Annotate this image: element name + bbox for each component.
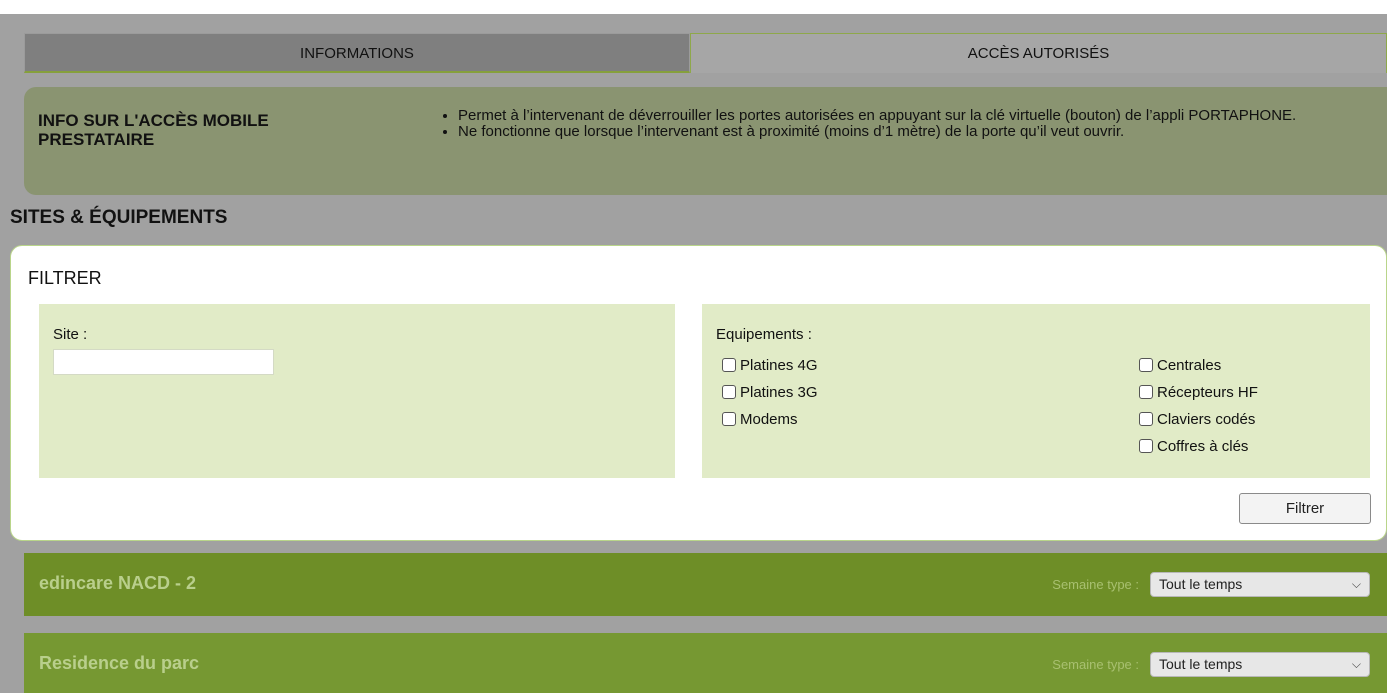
semaine-type-select[interactable]: Tout le temps ⌵ bbox=[1150, 572, 1370, 597]
info-bullet: Permet à l’intervenant de déverrouiller … bbox=[458, 108, 1378, 124]
site-label: Site : bbox=[53, 326, 88, 343]
semaine-type-label: Semaine type : bbox=[1052, 657, 1139, 672]
site-name: edincare NACD - 2 bbox=[39, 573, 197, 593]
info-bullet: Ne fonctionne que lorsque l’intervenant … bbox=[458, 124, 1378, 140]
semaine-type-value: Tout le temps bbox=[1159, 656, 1243, 672]
site-bar[interactable]: edincare NACD - 2 Semaine type : Tout le… bbox=[24, 553, 1387, 616]
tab-informations[interactable]: INFORMATIONS bbox=[24, 33, 690, 73]
filter-button[interactable]: Filtrer bbox=[1239, 493, 1371, 524]
equipements-label: Equipements : bbox=[716, 326, 812, 343]
semaine-type-value: Tout le temps bbox=[1159, 576, 1243, 592]
info-list: Permet à l’intervenant de déverrouiller … bbox=[444, 108, 1378, 140]
checkbox-modems[interactable]: Modems bbox=[722, 411, 798, 429]
checkbox-icon[interactable] bbox=[1139, 358, 1153, 372]
site-filter-box: Site : bbox=[39, 304, 675, 478]
info-title: INFO SUR L'ACCÈS MOBILE PRESTATAIRE bbox=[38, 111, 269, 149]
checkbox-icon[interactable] bbox=[722, 358, 736, 372]
checkbox-label: Récepteurs HF bbox=[1157, 384, 1258, 401]
checkbox-claviers-codes[interactable]: Claviers codés bbox=[1139, 411, 1255, 429]
checkbox-label: Platines 4G bbox=[740, 357, 818, 374]
checkbox-icon[interactable] bbox=[1139, 412, 1153, 426]
tab-acces-autorises[interactable]: ACCÈS AUTORISÉS bbox=[690, 33, 1387, 73]
filter-title: FILTRER bbox=[28, 268, 102, 288]
info-box: INFO SUR L'ACCÈS MOBILE PRESTATAIRE Perm… bbox=[24, 87, 1387, 195]
tab-bar: INFORMATIONS ACCÈS AUTORISÉS bbox=[24, 33, 1387, 73]
equipements-filter-box: Equipements : Platines 4G Platines 3G Mo… bbox=[702, 304, 1370, 478]
site-name: Residence du parc bbox=[39, 653, 200, 673]
site-bar[interactable]: Residence du parc Semaine type : Tout le… bbox=[24, 633, 1387, 693]
checkbox-icon[interactable] bbox=[1139, 385, 1153, 399]
semaine-type-label: Semaine type : bbox=[1052, 577, 1139, 592]
section-title: SITES & ÉQUIPEMENTS bbox=[10, 207, 228, 228]
semaine-type-select[interactable]: Tout le temps ⌵ bbox=[1150, 652, 1370, 677]
chevron-down-icon: ⌵ bbox=[1351, 657, 1361, 671]
checkbox-recepteurs-hf[interactable]: Récepteurs HF bbox=[1139, 384, 1258, 402]
checkbox-icon[interactable] bbox=[722, 412, 736, 426]
checkbox-platines-4g[interactable]: Platines 4G bbox=[722, 357, 818, 375]
checkbox-label: Centrales bbox=[1157, 357, 1222, 374]
chevron-down-icon: ⌵ bbox=[1351, 577, 1361, 591]
checkbox-platines-3g[interactable]: Platines 3G bbox=[722, 384, 818, 402]
checkbox-label: Claviers codés bbox=[1157, 411, 1256, 428]
checkbox-coffres-a-cles[interactable]: Coffres à clés bbox=[1139, 438, 1248, 456]
site-input[interactable] bbox=[53, 349, 274, 375]
checkbox-label: Modems bbox=[740, 411, 798, 428]
checkbox-centrales[interactable]: Centrales bbox=[1139, 357, 1221, 375]
checkbox-label: Platines 3G bbox=[740, 384, 818, 401]
top-strip bbox=[0, 0, 1387, 14]
checkbox-label: Coffres à clés bbox=[1157, 438, 1249, 455]
checkbox-icon[interactable] bbox=[722, 385, 736, 399]
checkbox-icon[interactable] bbox=[1139, 439, 1153, 453]
